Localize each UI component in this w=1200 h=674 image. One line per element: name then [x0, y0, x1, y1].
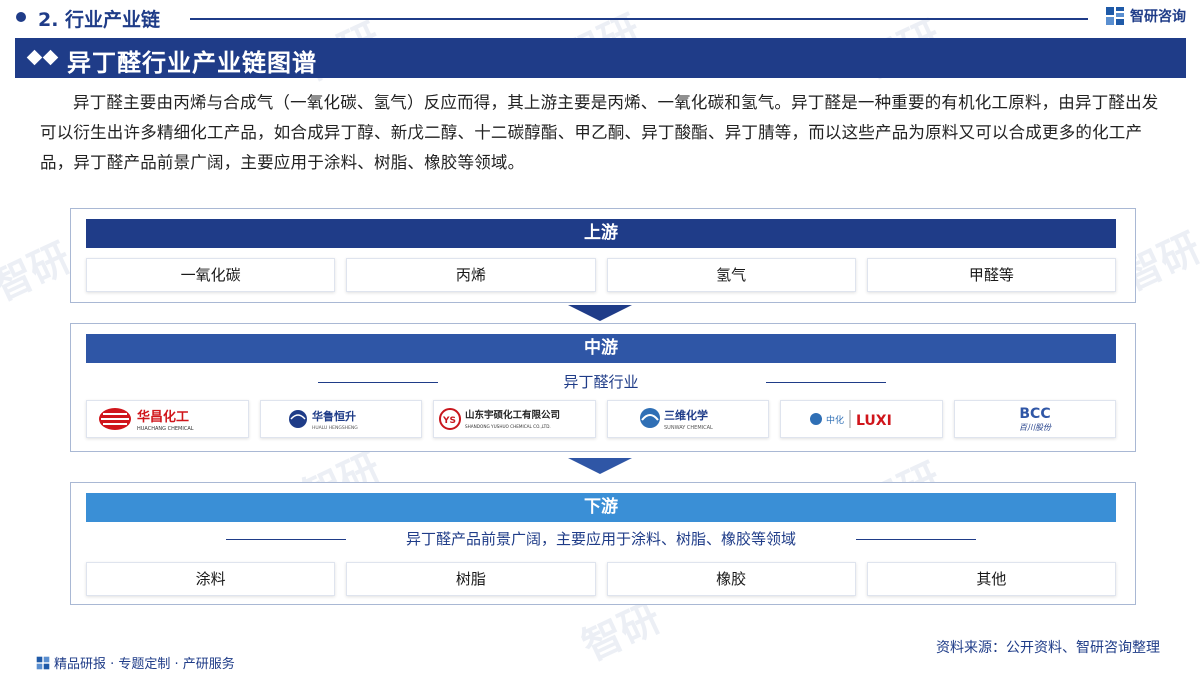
source-note: 资料来源：公开资料、智研咨询整理	[936, 640, 1160, 656]
footer-tagline-text: 精品研报 · 专题定制 · 产研服务	[54, 657, 235, 672]
downstream-section: 下游 异丁醛产品前景广阔，主要应用于涂料、树脂、橡胶等领域 涂料 树脂 橡胶 其…	[70, 482, 1136, 605]
midstream-section: 中游 异丁醛行业 华昌化工 HUACHANG CHEMICAL 华鲁恒升 HUA…	[70, 323, 1136, 452]
downstream-header: 下游	[86, 493, 1116, 522]
downstream-item: 树脂	[346, 562, 596, 596]
section-title: 2. 行业产业链	[38, 9, 161, 31]
company-name: 华昌化工	[137, 409, 189, 425]
page-title: 异丁醛行业产业链图谱	[67, 49, 317, 77]
brand-logo-icon	[1105, 6, 1125, 26]
top-header: 2. 行业产业链 智研咨询	[0, 0, 1200, 36]
company-name-en: HUACHANG CHEMICAL	[137, 426, 194, 432]
upstream-item: 氢气	[606, 258, 856, 292]
company-logo-luxi: 中化 LUXI	[780, 400, 943, 438]
company-logo-bcc: BCC 百川股份	[953, 400, 1116, 438]
upstream-items: 一氧化碳 丙烯 氢气 甲醛等	[86, 258, 1116, 292]
header-divider	[190, 18, 1088, 20]
diamond-icon	[26, 49, 61, 67]
company-name-en: BCC	[1019, 406, 1050, 422]
subtitle-line-right	[856, 539, 976, 540]
brand: 智研咨询	[1105, 6, 1186, 26]
upstream-section: 上游 一氧化碳 丙烯 氢气 甲醛等	[70, 208, 1136, 303]
svg-text:YS: YS	[442, 416, 456, 426]
company-logo-sunway: 三维化学 SUNWAY CHEMICAL	[606, 400, 769, 438]
company-name: 山东宇硕化工有限公司	[465, 409, 560, 421]
downstream-item: 涂料	[86, 562, 336, 596]
company-logos: 华昌化工 HUACHANG CHEMICAL 华鲁恒升 HUALU HENGSH…	[86, 400, 1116, 438]
down-arrow-icon	[568, 305, 632, 321]
company-logo-huachang: 华昌化工 HUACHANG CHEMICAL	[86, 400, 249, 438]
company-logo-hualu: 华鲁恒升 HUALU HENGSHENG	[259, 400, 422, 438]
company-name: 百川股份	[1019, 423, 1052, 432]
downstream-items: 涂料 树脂 橡胶 其他	[86, 562, 1116, 596]
midstream-header: 中游	[86, 334, 1116, 363]
title-banner: 异丁醛行业产业链图谱	[15, 38, 1186, 78]
upstream-item: 丙烯	[346, 258, 596, 292]
subtitle-line-left	[226, 539, 346, 540]
bullet-dot	[16, 12, 26, 22]
footer-tagline: 精品研报 · 专题定制 · 产研服务	[36, 653, 235, 672]
company-name-en: HUALU HENGSHENG	[312, 425, 358, 431]
downstream-item: 其他	[866, 562, 1116, 596]
upstream-header: 上游	[86, 219, 1116, 248]
down-arrow-icon	[568, 458, 632, 474]
intro-paragraph: 异丁醛主要由丙烯与合成气（一氧化碳、氢气）反应而得，其上游主要是丙烯、一氧化碳和…	[40, 93, 1159, 172]
downstream-subtitle: 异丁醛产品前景广阔，主要应用于涂料、树脂、橡胶等领域	[86, 527, 1116, 551]
company-name-en: SHANDONG YUSHUO CHEMICAL CO.,LTD.	[465, 424, 551, 429]
company-name: 华鲁恒升	[312, 409, 356, 423]
midstream-subtitle: 异丁醛行业	[86, 370, 1116, 394]
company-name-en: SUNWAY CHEMICAL	[664, 425, 713, 431]
upstream-item: 一氧化碳	[86, 258, 336, 292]
upstream-item: 甲醛等	[866, 258, 1116, 292]
company-name-en: LUXI	[856, 413, 892, 429]
company-name: 中化	[826, 414, 844, 426]
brand-logo-icon	[36, 656, 50, 669]
watermark: 智研	[0, 234, 78, 311]
company-logo-yushuo: YS 山东宇硕化工有限公司 SHANDONG YUSHUO CHEMICAL C…	[433, 400, 596, 438]
subtitle-line-left	[318, 382, 438, 383]
subtitle-line-right	[766, 382, 886, 383]
downstream-item: 橡胶	[606, 562, 856, 596]
company-name: 三维化学	[664, 408, 708, 422]
brand-name: 智研咨询	[1130, 9, 1186, 25]
